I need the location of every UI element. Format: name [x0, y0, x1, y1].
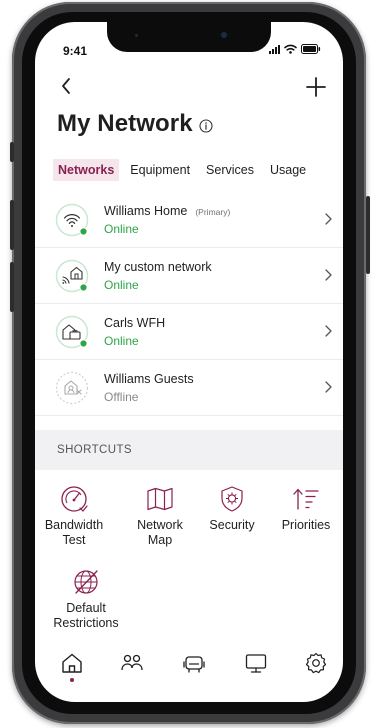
network-item-my-custom-network[interactable]: My custom network Online	[35, 248, 343, 304]
tab-networks[interactable]: Networks	[53, 159, 120, 181]
volume-up-button	[10, 200, 14, 250]
chevron-right-icon	[325, 381, 332, 393]
info-icon[interactable]	[199, 119, 213, 133]
bottom-nav	[35, 650, 343, 694]
speedometer-icon	[61, 486, 88, 512]
app-screen: 9:41 My Network Networks Equipment Servi…	[35, 22, 343, 702]
home-icon	[62, 653, 82, 673]
title-row: My Network	[57, 110, 213, 138]
devices-icon	[183, 656, 205, 673]
network-name-row: My custom network	[104, 260, 220, 274]
status-icons	[269, 44, 321, 54]
mute-switch	[10, 142, 14, 162]
shortcut-label: Network Map	[137, 518, 183, 547]
primary-badge: (Primary)	[195, 207, 231, 217]
network-name: Carls WFH	[104, 316, 166, 330]
camera-icon	[221, 32, 227, 38]
nav-people[interactable]	[119, 650, 145, 676]
shield-icon	[221, 486, 243, 512]
wifi-icon	[55, 203, 89, 237]
network-name-row: Carls WFH	[104, 316, 173, 330]
wifi-status-icon	[284, 44, 297, 54]
monitor-icon	[245, 654, 267, 673]
people-icon	[121, 654, 143, 671]
network-name-row: Williams Home (Primary)	[104, 204, 230, 218]
shortcut-default-restrictions[interactable]: Default Restrictions	[41, 567, 131, 631]
active-indicator	[70, 678, 74, 682]
restricted-globe-icon	[74, 570, 98, 594]
network-name-row: Williams Guests	[104, 372, 202, 386]
nav-home[interactable]	[59, 650, 85, 682]
network-item-williams-home[interactable]: Williams Home (Primary) Online	[35, 192, 343, 248]
shortcut-bandwidth-test[interactable]: Bandwidth Test	[35, 484, 113, 548]
add-icon[interactable]	[305, 76, 327, 98]
guest-network-icon	[55, 371, 89, 405]
tab-equipment[interactable]: Equipment	[125, 159, 195, 181]
map-icon	[147, 487, 173, 511]
nav-devices[interactable]	[181, 650, 207, 676]
home-work-icon	[55, 315, 89, 349]
priorities-icon	[293, 488, 319, 510]
shortcut-label: Default Restrictions	[53, 601, 119, 630]
back-icon[interactable]	[57, 76, 77, 96]
status-time: 9:41	[63, 44, 88, 58]
tab-bar: Networks Equipment Services Usage	[53, 159, 317, 181]
gear-icon	[305, 652, 327, 674]
chevron-right-icon	[325, 213, 332, 225]
chevron-right-icon	[325, 269, 332, 281]
network-list: Williams Home (Primary) Online My custom…	[35, 192, 343, 416]
shortcut-label: Security	[209, 518, 255, 532]
nav-settings[interactable]	[303, 650, 329, 676]
shortcut-priorities[interactable]: Priorities	[267, 484, 343, 533]
shortcut-network-map[interactable]: Network Map	[121, 484, 199, 548]
power-button	[366, 196, 370, 274]
network-name: Williams Guests	[104, 372, 194, 386]
page-title: My Network	[57, 110, 193, 137]
battery-icon	[301, 44, 321, 54]
shortcut-label: Bandwidth Test	[44, 518, 104, 547]
home-wifi-icon	[55, 259, 89, 293]
speaker-dot	[135, 34, 138, 37]
network-name: Williams Home	[104, 204, 188, 218]
nav-monitor[interactable]	[243, 650, 269, 676]
network-status: Online	[104, 278, 139, 292]
network-status: Online	[104, 222, 139, 236]
shortcuts-header: SHORTCUTS	[35, 430, 343, 470]
tab-usage[interactable]: Usage	[265, 159, 311, 181]
cellular-signal-icon	[269, 44, 280, 54]
shortcuts-title: SHORTCUTS	[57, 444, 132, 456]
shortcut-security[interactable]: Security	[193, 484, 271, 533]
chevron-right-icon	[325, 325, 332, 337]
network-status: Online	[104, 334, 139, 348]
volume-down-button	[10, 262, 14, 312]
network-item-carls-wfh[interactable]: Carls WFH Online	[35, 304, 343, 360]
notch	[107, 22, 271, 52]
shortcut-label: Priorities	[281, 518, 331, 532]
network-item-williams-guests[interactable]: Williams Guests Offline	[35, 360, 343, 416]
network-status: Offline	[104, 390, 139, 404]
network-name: My custom network	[104, 260, 212, 274]
tab-services[interactable]: Services	[201, 159, 259, 181]
